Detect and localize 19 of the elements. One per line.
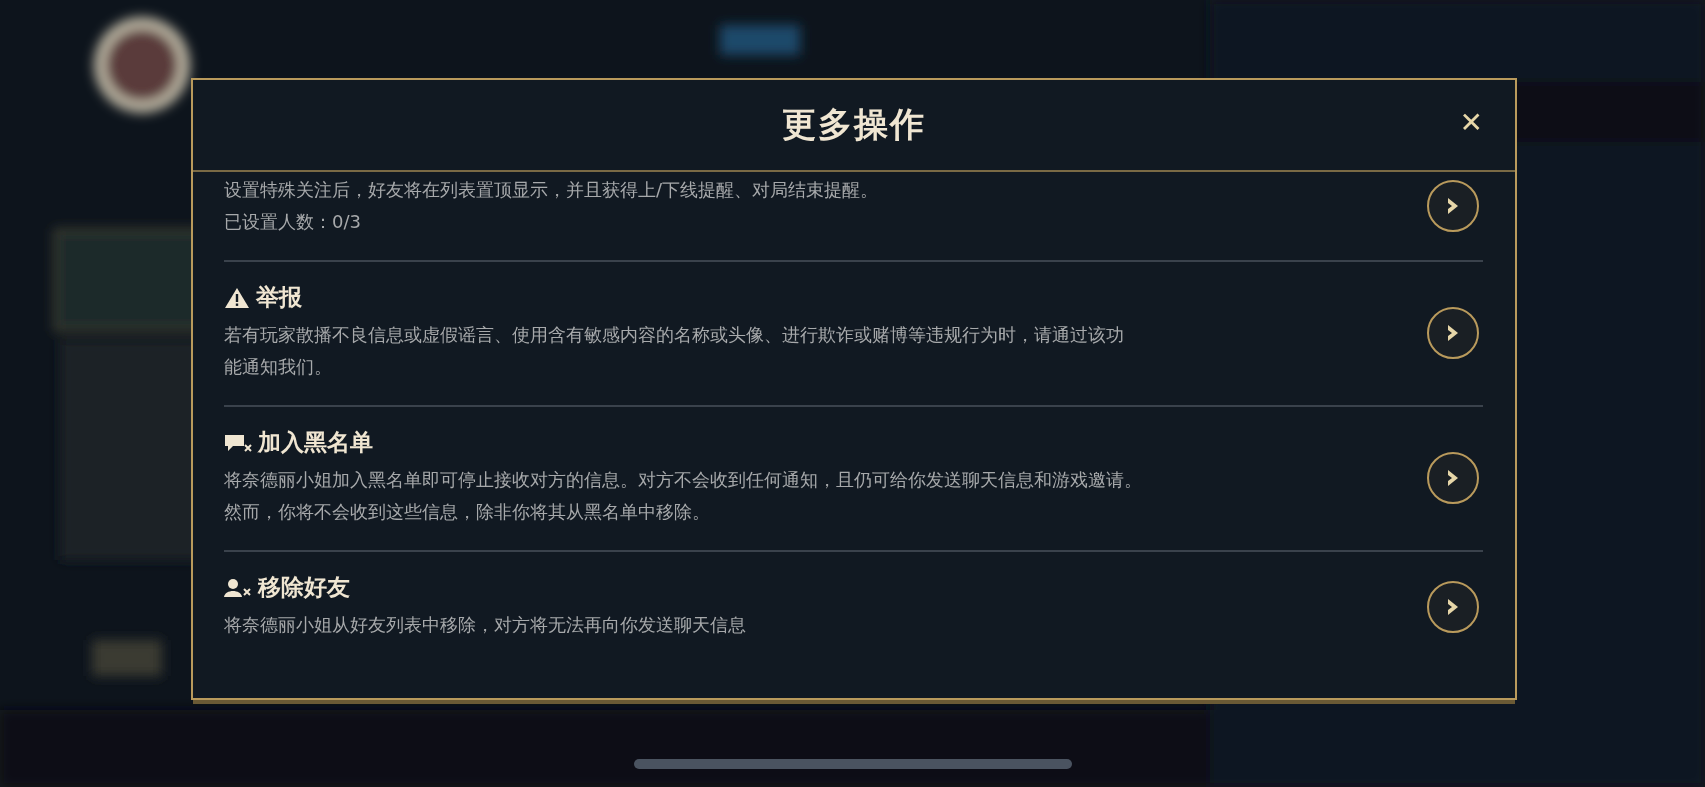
option-title: 加入黑名单 (258, 428, 373, 457)
chevron-button[interactable] (1427, 306, 1479, 359)
option-description: 设置特殊关注后，好友将在列表置顶显示，并且获得上/下线提醒、对局结束提醒。 (224, 178, 879, 202)
dialog-title: 更多操作 (782, 103, 926, 146)
option-description: 将奈德丽小姐从好友列表中移除，对方将无法再向你发送聊天信息 (224, 613, 746, 637)
option-description: 将奈德丽小姐加入黑名单即可停止接收对方的信息。对方不会收到任何通知，且仍可给你发送聊天信息和游戏邀请。 (224, 468, 1142, 492)
option-description: 能通知我们。 (224, 355, 332, 379)
chevron-button[interactable] (1427, 580, 1479, 633)
option-description: 已设置人数：0/3 (224, 210, 361, 234)
option-description: 若有玩家散播不良信息或虚假谣言、使用含有敏感内容的名称或头像、进行欺诈或赌博等违规行为时，请通过该功 (224, 323, 1124, 347)
blocked-chat-icon (224, 432, 252, 453)
close-button[interactable]: ✕ (1453, 104, 1489, 141)
option-description: 然而，你将不会收到这些信息，除非你将其从黑名单中移除。 (224, 500, 710, 524)
chevron-button[interactable] (1427, 180, 1479, 232)
warning-icon (224, 286, 250, 309)
option-title: 举报 (256, 283, 302, 312)
option-title: 移除好友 (258, 573, 350, 602)
chevron-button[interactable] (1427, 451, 1479, 504)
remove-user-icon (224, 577, 252, 598)
